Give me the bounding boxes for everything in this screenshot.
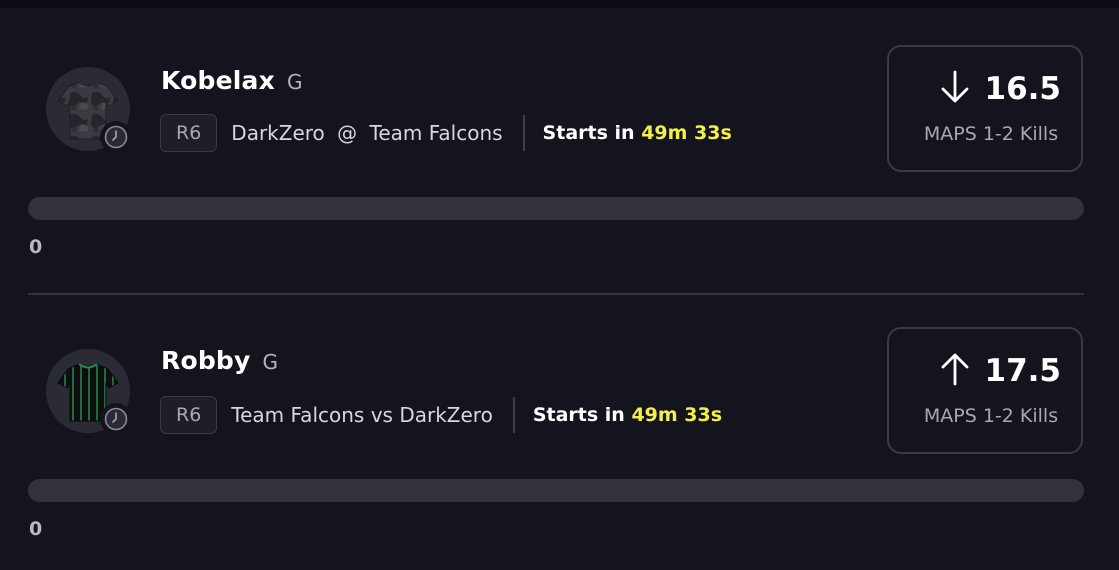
matchup: DarkZero @ Team Falcons [231, 121, 502, 145]
matchup-connector: vs [370, 403, 393, 427]
arrow-up-icon [939, 351, 971, 391]
progress-count: 0 [29, 236, 43, 258]
opponent-name: DarkZero [399, 403, 493, 427]
clock-icon [100, 121, 132, 153]
stat-line: 16.5 [939, 69, 1062, 109]
player-name: Kobelax G [161, 66, 303, 95]
start-countdown: Starts in 49m 33s [533, 404, 722, 426]
stat-label: MAPS 1-2 Kills [923, 123, 1059, 145]
starts-time: 49m 33s [641, 122, 732, 144]
clock-icon [100, 403, 132, 435]
league-chip: R6 [160, 114, 218, 152]
game-info-row: R6 DarkZero @ Team Falcons Starts in 49m… [160, 113, 732, 153]
matchup: Team Falcons vs DarkZero [231, 403, 493, 427]
stat-line-box[interactable]: 17.5 MAPS 1-2 Kills [887, 327, 1083, 454]
progress-bar [28, 479, 1084, 502]
start-countdown: Starts in 49m 33s [543, 122, 732, 144]
starts-time: 49m 33s [631, 404, 723, 426]
player-name-text: Robby [161, 346, 251, 375]
position-label: G [262, 350, 279, 374]
starts-label: Starts in [532, 404, 625, 426]
matchup-connector: @ [337, 121, 358, 145]
player-name: Robby G [161, 346, 278, 375]
info-divider [522, 115, 525, 151]
projection-card[interactable]: Kobelax G R6 DarkZero @ Team Falcons Star… [0, 0, 1119, 295]
player-avatar [46, 67, 132, 153]
opponent-name: Team Falcons [369, 121, 503, 145]
player-name-text: Kobelax [161, 66, 275, 95]
league-chip: R6 [160, 396, 218, 434]
team-name: Team Falcons [231, 403, 365, 427]
player-avatar [46, 349, 132, 435]
line-value: 16.5 [984, 71, 1062, 107]
stat-line: 17.5 [939, 351, 1062, 391]
arrow-down-icon [939, 69, 971, 109]
team-name: DarkZero [231, 121, 325, 145]
projection-card[interactable]: Robby G R6 Team Falcons vs DarkZero Start… [0, 282, 1119, 564]
stat-line-box[interactable]: 16.5 MAPS 1-2 Kills [887, 45, 1083, 172]
starts-label: Starts in [542, 122, 635, 144]
position-label: G [286, 70, 303, 94]
line-value: 17.5 [984, 353, 1062, 389]
info-divider [512, 397, 515, 433]
progress-bar [28, 197, 1084, 220]
game-info-row: R6 Team Falcons vs DarkZero Starts in 49… [160, 395, 722, 435]
stat-label: MAPS 1-2 Kills [923, 405, 1059, 427]
progress-count: 0 [29, 518, 43, 540]
